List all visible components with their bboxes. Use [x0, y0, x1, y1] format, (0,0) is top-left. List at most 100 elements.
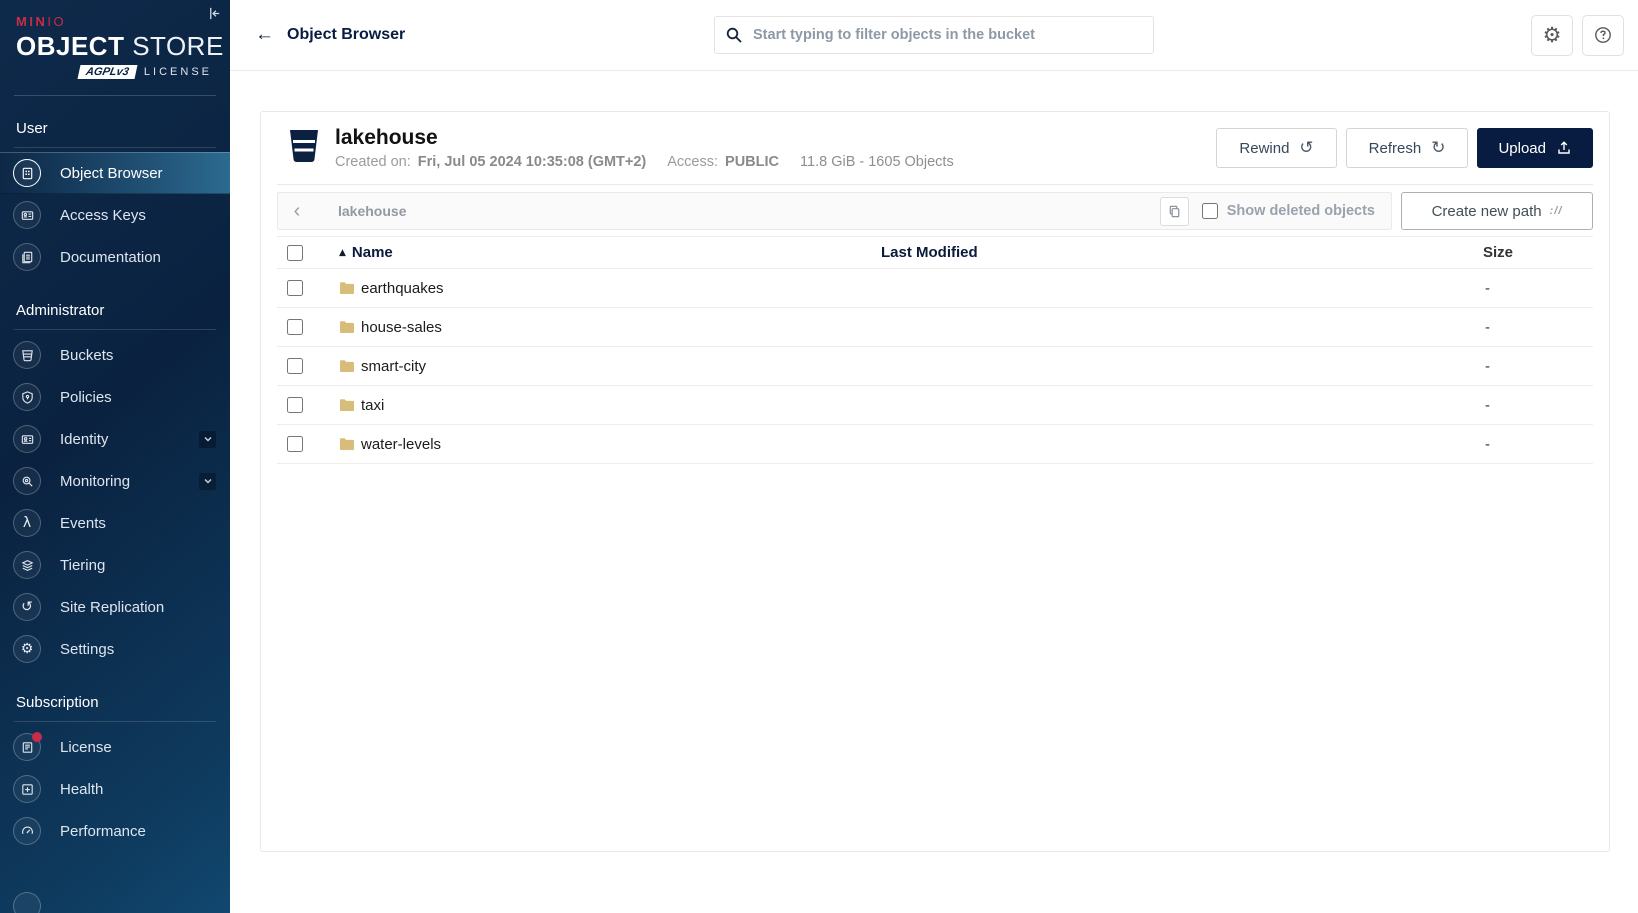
sidebar-item-license[interactable]: License	[0, 726, 230, 768]
minio-wordmark: MINIO	[16, 14, 67, 29]
current-path: lakehouse	[338, 203, 407, 220]
row-checkbox[interactable]	[287, 319, 303, 336]
bucket-info: lakehouse Created on: Fri, Jul 05 2024 1…	[335, 126, 954, 170]
pathbar-row: ‹ lakehouse Show deleted objects Create …	[277, 192, 1593, 231]
page-title: Object Browser	[287, 26, 406, 43]
column-header-size[interactable]: Size	[1443, 244, 1593, 261]
content: lakehouse Created on: Fri, Jul 05 2024 1…	[230, 71, 1638, 913]
sidebar-item-object-browser[interactable]: Object Browser	[0, 152, 230, 194]
object-browser-icon	[13, 159, 41, 187]
created-value: Fri, Jul 05 2024 10:35:08 (GMT+2)	[417, 154, 647, 171]
policies-icon	[13, 383, 41, 411]
upload-icon	[1558, 141, 1570, 154]
performance-icon	[13, 817, 41, 845]
sidebar-item-health[interactable]: Health	[0, 768, 230, 810]
folder-icon	[339, 281, 355, 295]
sidebar-item-policies[interactable]: Policies	[0, 376, 230, 418]
search-input[interactable]	[753, 27, 1143, 43]
sidebar: MINIO OBJECT STORE AGPLv3 LICENSE User O…	[0, 0, 230, 913]
path-icon: ://	[1549, 205, 1563, 218]
divider	[14, 721, 216, 722]
row-checkbox[interactable]	[287, 436, 303, 453]
table-row[interactable]: smart-city -	[277, 347, 1593, 387]
table-row[interactable]: taxi -	[277, 386, 1593, 426]
copy-icon	[1169, 205, 1180, 217]
access-label: Access:	[667, 154, 719, 171]
topbar-actions: ⚙	[1531, 14, 1624, 56]
search-icon	[726, 27, 742, 43]
rewind-button[interactable]: Rewind ↺	[1216, 128, 1337, 169]
sidebar-item-monitoring[interactable]: Monitoring	[0, 460, 230, 502]
copy-path-button[interactable]	[1159, 196, 1189, 226]
bucket-icon	[287, 127, 321, 170]
bucket-header: lakehouse Created on: Fri, Jul 05 2024 1…	[277, 112, 1593, 186]
sidebar-item-partial-icon	[13, 892, 41, 913]
sort-ascending-icon[interactable]: ▲	[339, 248, 346, 258]
table-row[interactable]: earthquakes -	[277, 269, 1593, 309]
sidebar-item-identity[interactable]: Identity	[0, 418, 230, 460]
refresh-button[interactable]: Refresh ↻	[1345, 128, 1469, 169]
table-header-row: ▲ Name Last Modified Size	[277, 237, 1593, 270]
sidebar-item-site-replication[interactable]: ↺ Site Replication	[0, 586, 230, 628]
show-deleted-checkbox[interactable]	[1201, 203, 1218, 220]
sidebar-collapse-icon[interactable]	[207, 6, 222, 24]
settings-button[interactable]: ⚙	[1531, 14, 1573, 56]
section-label-administrator: Administrator	[16, 302, 105, 319]
site-replication-icon: ↺	[13, 593, 41, 621]
search-box	[714, 16, 1154, 54]
section-label-user: User	[16, 120, 48, 137]
help-button[interactable]	[1582, 14, 1624, 56]
chevron-down-icon	[199, 430, 216, 448]
notification-dot	[32, 732, 42, 742]
sidebar-item-tiering[interactable]: Tiering	[0, 544, 230, 586]
access-keys-icon	[13, 201, 41, 229]
rewind-icon: ↺	[1299, 138, 1314, 159]
topbar: ← Object Browser ⚙	[230, 0, 1638, 71]
path-back-chevron-icon[interactable]: ‹	[278, 193, 316, 229]
sidebar-item-access-keys[interactable]: Access Keys	[0, 194, 230, 236]
sidebar-item-buckets[interactable]: Buckets	[0, 334, 230, 376]
select-all-checkbox[interactable]	[287, 244, 303, 261]
divider	[14, 329, 216, 330]
create-new-path-button[interactable]: Create new path ://	[1401, 192, 1593, 231]
license-line: AGPLv3 LICENSE	[16, 65, 214, 79]
bucket-actions: Rewind ↺ Refresh ↻ Upload	[1216, 128, 1593, 169]
bucket-meta: Created on: Fri, Jul 05 2024 10:35:08 (G…	[335, 154, 954, 170]
folder-icon	[339, 437, 355, 451]
sidebar-item-performance[interactable]: Performance	[0, 810, 230, 852]
section-label-subscription: Subscription	[16, 694, 99, 711]
column-header-name[interactable]: Name	[352, 244, 393, 261]
row-checkbox[interactable]	[287, 397, 303, 414]
license-icon	[13, 732, 42, 761]
objects-table: ▲ Name Last Modified Size earthquakes - …	[277, 236, 1593, 465]
folder-icon	[339, 320, 355, 334]
tiering-icon	[13, 551, 41, 579]
table-row[interactable]: water-levels -	[277, 425, 1593, 465]
sidebar-item-settings[interactable]: ⚙ Settings	[0, 628, 230, 670]
column-header-last-modified[interactable]: Last Modified	[881, 244, 1443, 261]
folder-icon	[339, 359, 355, 373]
health-icon	[13, 775, 41, 803]
divider	[14, 147, 216, 148]
upload-button[interactable]: Upload	[1477, 128, 1593, 169]
help-icon	[1595, 27, 1611, 43]
table-row[interactable]: house-sales -	[277, 308, 1593, 348]
sidebar-item-documentation[interactable]: Documentation	[0, 236, 230, 278]
row-checkbox[interactable]	[287, 280, 303, 297]
sidebar-item-events[interactable]: λ Events	[0, 502, 230, 544]
pathbar: ‹ lakehouse Show deleted objects	[277, 192, 1392, 231]
bucket-name: lakehouse	[335, 126, 438, 149]
main-area: ← Object Browser ⚙	[230, 0, 1638, 913]
minio-logo: MINIO OBJECT STORE AGPLv3 LICENSE	[0, 0, 230, 79]
events-icon: λ	[13, 509, 41, 537]
documentation-icon	[13, 243, 41, 271]
refresh-icon: ↻	[1431, 138, 1446, 159]
created-label: Created on:	[335, 154, 411, 171]
folder-icon	[339, 398, 355, 412]
bucket-browser-card: lakehouse Created on: Fri, Jul 05 2024 1…	[260, 111, 1610, 852]
bucket-summary: 11.8 GiB - 1605 Objects	[800, 154, 954, 171]
show-deleted-toggle[interactable]: Show deleted objects	[1201, 203, 1375, 220]
back-arrow-icon[interactable]: ←	[255, 24, 274, 46]
monitoring-icon	[13, 467, 41, 495]
row-checkbox[interactable]	[287, 358, 303, 375]
